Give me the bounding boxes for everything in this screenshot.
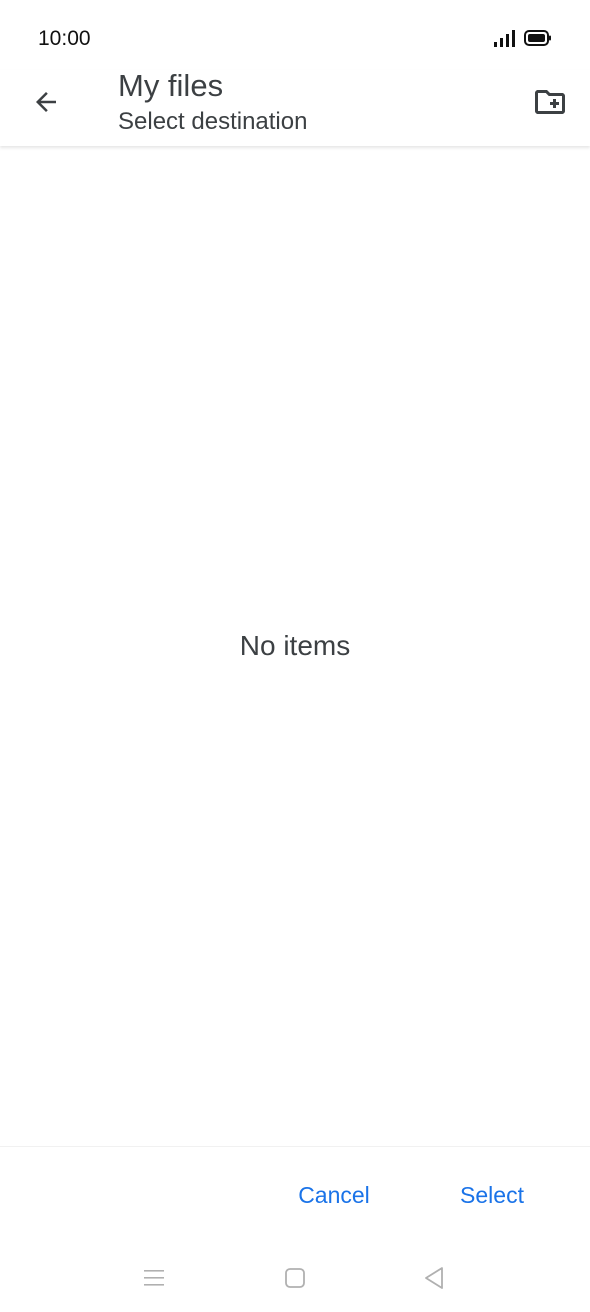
nav-back-button[interactable] [416,1260,452,1296]
back-triangle-icon [425,1267,443,1289]
nav-menu-button[interactable] [136,1260,172,1296]
cancel-button[interactable]: Cancel [282,1171,386,1219]
back-button[interactable] [22,78,70,126]
arrow-back-icon [36,92,56,112]
home-square-icon [285,1268,305,1288]
action-bar: Cancel Select [0,1146,590,1243]
nav-home-button[interactable] [277,1260,313,1296]
status-bar: 10:00 [0,0,590,70]
page-title: My files [118,68,224,103]
page-subtitle: Select destination [118,108,308,135]
empty-state-text: No items [239,630,351,661]
status-time: 10:00 [38,27,91,50]
menu-icon [144,1270,164,1286]
select-button[interactable]: Select [446,1171,538,1219]
signal-icon [494,30,515,47]
create-new-folder-icon [535,90,565,114]
battery-icon [524,30,551,46]
navigation-bar [0,1242,590,1312]
new-folder-button[interactable] [526,78,574,126]
file-list-area: No items [0,146,590,1146]
app-bar: My files Select destination [0,68,590,146]
